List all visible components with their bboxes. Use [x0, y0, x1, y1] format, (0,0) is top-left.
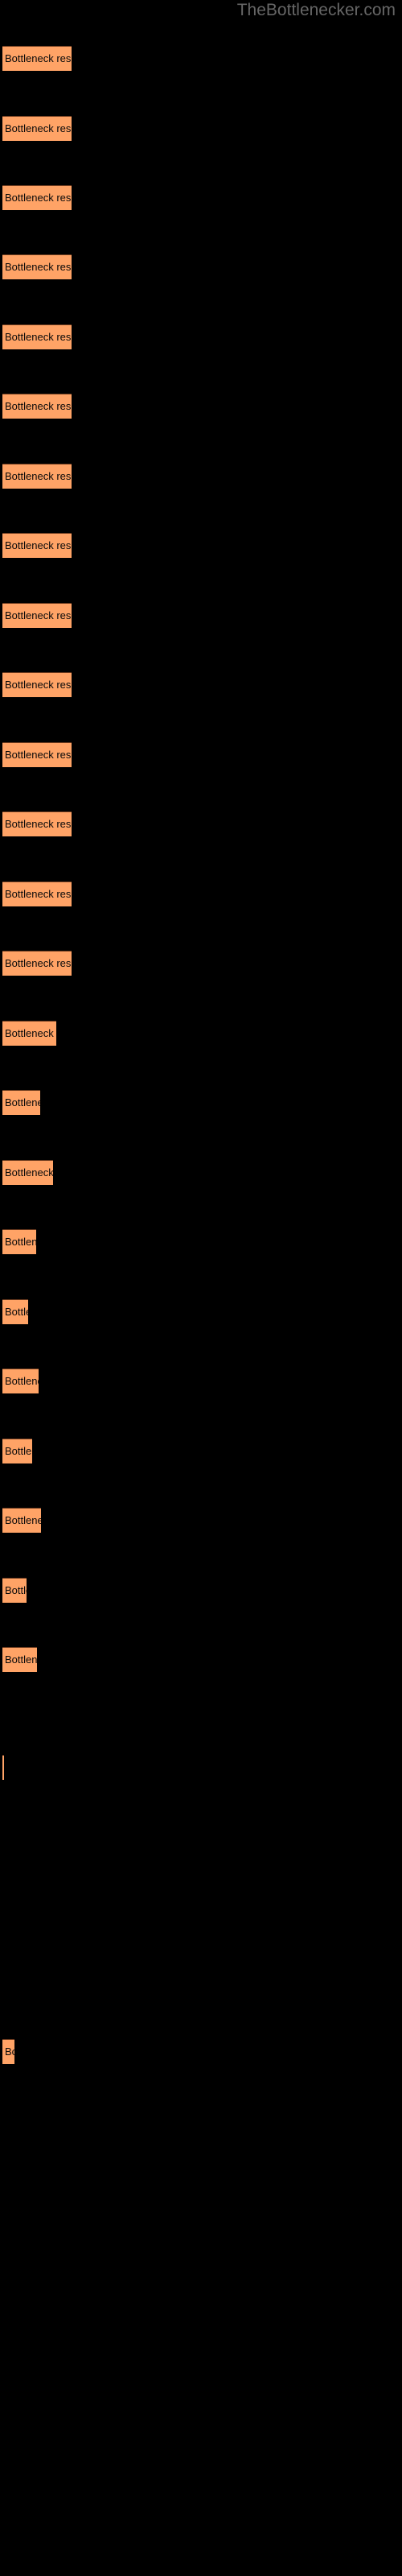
bar-label: Bottleneck result: [5, 539, 72, 551]
bar-label: Bottleneck result: [5, 609, 72, 621]
bar-bottleneck-result: Bottleneck result: [2, 1368, 39, 1393]
bar-bottleneck-result: Bottleneck result: [2, 672, 72, 697]
bar-label: Bottleneck result: [5, 1445, 32, 1457]
bar-bottleneck-result: Bottleneck result: [2, 464, 72, 489]
bar-series: Bottleneck result Bottleneck result Bottle…: [0, 0, 402, 2576]
bar-label: Bottleneck result: [5, 261, 72, 273]
bar-label: Bottleneck result: [5, 1236, 36, 1248]
bar-label: Bottleneck result: [5, 52, 72, 64]
bar-label: Bottleneck result: [5, 888, 72, 900]
bar-bottleneck-result: Bottleneck result: [2, 324, 72, 349]
bar-bottleneck-result: Bottleneck result: [2, 1647, 37, 1672]
bottleneck-chart: TheBottlenecker.com Bottleneck resultBot…: [0, 0, 402, 2576]
bar-bottleneck-result: Bottleneck result: [2, 185, 72, 210]
bar-bottleneck-result: Bottleneck result: [2, 1090, 40, 1115]
bar-bottleneck-result: Bottleneck result: [2, 1021, 56, 1046]
bar-label: Bottleneck result: [5, 818, 72, 830]
bar-bottleneck-result: Bottleneck result: [2, 533, 72, 558]
bar-label: Bottleneck result: [5, 957, 72, 969]
bar-bottleneck-result: Bottleneck result: [2, 1508, 41, 1533]
bar-label: Bottleneck result: [5, 192, 72, 204]
bar-bottleneck-result: Bottleneck result: [2, 2039, 14, 2064]
bar-bottleneck-result: Bottleneck result: [2, 254, 72, 279]
bar-label: Bottleneck result: [5, 1375, 39, 1387]
bar-label: Bottleneck result: [5, 1166, 53, 1179]
bar-bottleneck-result: Bottleneck result: [2, 951, 72, 976]
bar-label: Bottleneck result: [5, 679, 72, 691]
bar-bottleneck-result: Bottleneck result: [2, 46, 72, 71]
bar-label: Bottleneck result: [5, 1027, 56, 1039]
bar-label: Bottleneck result: [5, 1306, 28, 1318]
bar-label: Bottleneck result: [5, 1096, 40, 1108]
bar-label: Bottleneck result: [5, 122, 72, 134]
bar-bottleneck-result: Bottleneck result: [2, 1439, 32, 1463]
bar-bottleneck-result: Bottleneck result: [2, 811, 72, 836]
bar-bottleneck-result: Bottleneck result: [2, 881, 72, 906]
bar-bottleneck-result: Bottleneck result: [2, 603, 72, 628]
bar-label: Bottleneck result: [5, 749, 72, 761]
bar-label: Bottleneck result: [5, 470, 72, 482]
bar-bottleneck-result: Bottleneck result: [2, 1229, 36, 1254]
bar-bottleneck-result: Bottleneck result: [2, 1299, 28, 1324]
bar-bottleneck-result: Bottleneck result: [2, 1160, 53, 1185]
bar-bottleneck-result: Bottleneck result: [2, 116, 72, 141]
bar-bottleneck-result: [2, 1755, 4, 1780]
bar-label: Bottleneck result: [5, 1584, 27, 1596]
bar-label: Bottleneck result: [5, 1514, 41, 1526]
bar-label: Bottleneck result: [5, 2046, 14, 2058]
bar-bottleneck-result: Bottleneck result: [2, 394, 72, 419]
bar-label: Bottleneck result: [5, 1653, 37, 1666]
bar-label: Bottleneck result: [5, 400, 72, 412]
bar-bottleneck-result: Bottleneck result: [2, 1578, 27, 1603]
bar-label: Bottleneck result: [5, 331, 72, 343]
bar-bottleneck-result: Bottleneck result: [2, 742, 72, 767]
